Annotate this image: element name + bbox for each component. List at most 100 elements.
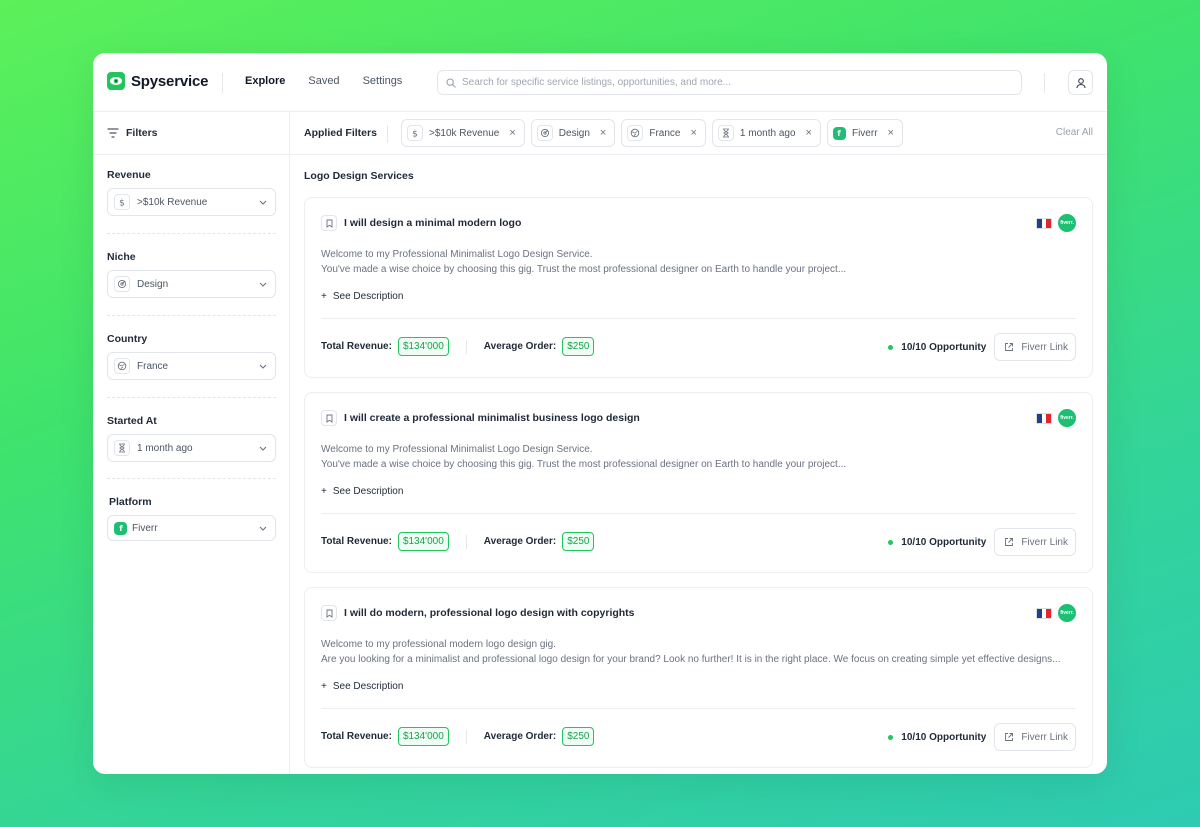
fiverr-badge-icon: fiverr. [1058, 604, 1076, 622]
external-link-icon [1005, 733, 1014, 741]
search-icon [446, 77, 456, 88]
eye-logo-icon [107, 72, 125, 90]
external-link-icon [1005, 343, 1014, 351]
card-description: Welcome to my Professional Minimalist Lo… [321, 442, 1081, 472]
remove-chip-icon[interactable]: × [806, 127, 812, 139]
remove-chip-icon[interactable]: × [690, 127, 696, 139]
external-link-icon [1005, 538, 1014, 546]
nav-settings[interactable]: Settings [363, 75, 403, 87]
see-description-button[interactable]: + See Description [321, 291, 403, 302]
card-description-line: You've made a wise choice by choosing th… [321, 459, 847, 470]
filter-niche-label: Niche [107, 251, 136, 263]
fiverr-link-button[interactable]: Fiverr Link [994, 333, 1076, 361]
metric-divider [465, 534, 467, 549]
fiverr-link-button[interactable]: Fiverr Link [994, 723, 1076, 751]
svg-text:f: f [838, 129, 842, 137]
card-title[interactable]: I will do modern, professional logo desi… [344, 607, 635, 619]
status-dot-icon [888, 539, 894, 545]
average-order-label: Average Order: [483, 731, 557, 742]
fiverr-badge-icon: fiverr. [1058, 214, 1076, 232]
total-revenue-label: Total Revenue: [321, 731, 392, 742]
hourglass-icon [717, 125, 734, 141]
search-bar[interactable] [437, 70, 1022, 95]
remove-chip-icon[interactable]: × [888, 127, 894, 139]
nav-explore[interactable]: Explore [245, 75, 285, 87]
plus-icon: + [321, 291, 327, 302]
filter-revenue-select[interactable]: $ >$10k Revenue [107, 188, 276, 216]
total-revenue-value: $134'000 [397, 532, 449, 551]
chevron-down-icon [259, 364, 267, 369]
applied-filters-bar: Applied Filters $ >$10k Revenue × Design… [290, 112, 1107, 155]
average-order-label: Average Order: [483, 341, 557, 352]
card-title[interactable]: I will create a professional minimalist … [344, 412, 640, 424]
card-description: Welcome to my professional modern logo d… [321, 637, 1081, 667]
chevron-down-icon [259, 446, 267, 451]
design-icon [536, 125, 553, 141]
fiverr-icon: f [114, 521, 127, 535]
chip-fiverr[interactable]: f Fiverr × [826, 119, 903, 147]
chip-started-at[interactable]: 1 month ago × [711, 119, 821, 147]
fiverr-link-label: Fiverr Link [1021, 731, 1068, 743]
fiverr-link-button[interactable]: Fiverr Link [994, 528, 1076, 556]
fiverr-icon: f [832, 126, 846, 140]
chip-label: >$10k Revenue [429, 127, 500, 139]
bookmark-icon[interactable] [321, 215, 337, 231]
fiverr-link-label: Fiverr Link [1021, 341, 1068, 353]
status-dot-icon [888, 344, 894, 350]
opportunity-score: 10/10 Opportunity [901, 536, 987, 548]
filter-platform-label: Platform [109, 496, 152, 508]
svg-text:$: $ [119, 199, 125, 208]
service-card: I will do modern, professional logo desi… [304, 587, 1093, 768]
card-divider [321, 708, 1076, 709]
chip-label: 1 month ago [739, 127, 796, 139]
filters-title: Filters [126, 127, 158, 139]
filter-niche-select[interactable]: Design [107, 270, 276, 298]
filter-divider [107, 233, 276, 234]
chip-revenue[interactable]: $ >$10k Revenue × [401, 119, 525, 147]
chip-label: France [649, 127, 681, 139]
bookmark-icon[interactable] [321, 605, 337, 621]
filter-started-at-select[interactable]: 1 month ago [107, 434, 276, 462]
chip-label: Design [558, 127, 590, 139]
remove-chip-icon[interactable]: × [509, 127, 515, 139]
filter-divider [107, 478, 276, 479]
see-description-button[interactable]: + See Description [321, 486, 403, 497]
chevron-down-icon [259, 200, 267, 205]
card-description-line: Welcome to my professional modern logo d… [321, 639, 556, 650]
card-description-line: Welcome to my Professional Minimalist Lo… [321, 249, 593, 260]
filter-country-select[interactable]: France [107, 352, 276, 380]
see-description-label: See Description [332, 681, 404, 692]
remove-chip-icon[interactable]: × [600, 127, 606, 139]
chip-design[interactable]: Design × [530, 119, 616, 147]
filter-started-at: Started At 1 month ago [107, 415, 276, 462]
see-description-label: See Description [332, 486, 404, 497]
svg-text:$: $ [412, 130, 418, 139]
card-divider [321, 513, 1076, 514]
card-divider [321, 318, 1076, 319]
app-logo[interactable]: Spyservice [107, 72, 208, 90]
filter-platform-value: Fiverr [132, 522, 158, 534]
filter-niche: Niche Design [107, 251, 276, 298]
metric-divider [465, 729, 467, 744]
hourglass-icon [114, 440, 130, 456]
section-title: Logo Design Services [304, 170, 414, 182]
clear-all-button[interactable]: Clear All [1056, 127, 1093, 138]
fiverr-badge-icon: fiverr. [1058, 409, 1076, 427]
svg-text:f: f [119, 524, 123, 532]
app-window: Spyservice Explore Saved Settings Filter… [93, 53, 1107, 774]
see-description-button[interactable]: + See Description [321, 681, 403, 692]
applied-filters-divider [387, 125, 388, 143]
card-title[interactable]: I will design a minimal modern logo [344, 217, 521, 229]
bookmark-icon[interactable] [321, 410, 337, 426]
user-profile-button[interactable] [1068, 70, 1093, 95]
nav-saved[interactable]: Saved [308, 75, 339, 87]
top-bar: Spyservice Explore Saved Settings [93, 53, 1107, 112]
card-description-line: You've made a wise choice by choosing th… [321, 264, 847, 275]
dollar-icon: $ [114, 194, 130, 210]
search-input[interactable] [462, 77, 1002, 88]
filter-platform-select[interactable]: f Fiverr [107, 515, 276, 541]
chip-france[interactable]: France × [621, 119, 706, 147]
filter-started-at-value: 1 month ago [137, 442, 193, 454]
globe-icon [114, 358, 130, 374]
plus-icon: + [321, 681, 327, 692]
